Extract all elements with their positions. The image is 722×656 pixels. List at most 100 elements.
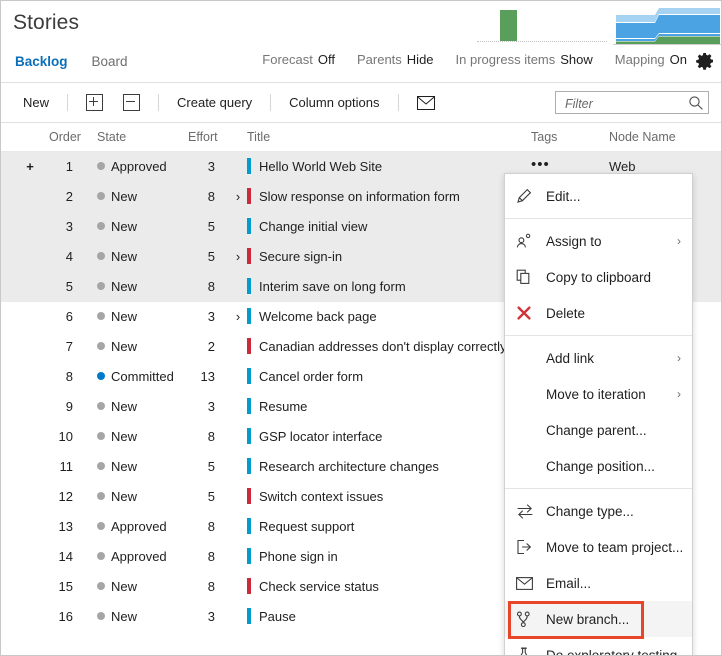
cell-title[interactable]: GSP locator interface: [247, 422, 382, 452]
toolbar-separator: [270, 94, 272, 111]
move-out-icon: [516, 539, 538, 555]
gear-icon[interactable]: [695, 51, 715, 71]
search-icon[interactable]: [688, 95, 704, 111]
email-icon: [416, 95, 435, 110]
cell-title[interactable]: Interim save on long form: [247, 272, 406, 302]
cell-state-label: New: [111, 429, 138, 444]
cell-title[interactable]: Check service status: [247, 572, 379, 602]
menu-item-edit[interactable]: Edit...: [505, 178, 692, 214]
collapse-all-button[interactable]: [113, 92, 150, 113]
menu-item-do-exploratory-testing[interactable]: Do exploratory testing: [505, 637, 692, 655]
tab-board[interactable]: Board: [90, 52, 130, 73]
row-expand-chevron-icon[interactable]: ›: [232, 302, 244, 332]
cell-title[interactable]: Cancel order form: [247, 362, 363, 392]
cell-title[interactable]: Change initial view: [247, 212, 367, 242]
column-header-state[interactable]: State: [97, 130, 126, 144]
row-expand-chevron-icon[interactable]: ›: [232, 182, 244, 212]
cell-title[interactable]: Switch context issues: [247, 482, 383, 512]
menu-item-move-to-iteration[interactable]: Move to iteration ›: [505, 376, 692, 412]
menu-item-delete[interactable]: Delete: [505, 295, 692, 331]
cell-order: 15: [58, 579, 73, 594]
none: [516, 386, 538, 402]
cell-order: 10: [58, 429, 73, 444]
pivot-bar: Backlog Board Forecast Off Parents Hide In…: [1, 48, 721, 83]
filter-box[interactable]: [555, 91, 709, 115]
none: [516, 350, 538, 366]
toolbar-separator: [67, 94, 69, 111]
filter-input[interactable]: [563, 92, 685, 115]
column-header-tags[interactable]: Tags: [531, 130, 557, 144]
toggle-forecast[interactable]: Forecast Off: [262, 52, 335, 67]
cell-title[interactable]: Research architecture changes: [247, 452, 439, 482]
delete-x-icon: [516, 305, 538, 321]
toggle-mapping-value: On: [669, 52, 687, 67]
cell-order: 11: [59, 459, 74, 474]
cell-title[interactable]: Hello World Web Site: [247, 152, 382, 182]
cell-title[interactable]: Slow response on information form: [247, 182, 460, 212]
cell-state-label: New: [111, 459, 138, 474]
cell-state: New: [97, 482, 137, 512]
menu-item-label: Move to team project...: [546, 539, 684, 555]
menu-item-change-parent[interactable]: Change parent...: [505, 412, 692, 448]
menu-item-move-to-team-project[interactable]: Move to team project...: [505, 529, 692, 565]
cell-title-label: GSP locator interface: [259, 429, 383, 444]
menu-item-change-position[interactable]: Change position...: [505, 448, 692, 484]
bug-type-bar-icon: [247, 248, 251, 264]
column-header-effort[interactable]: Effort: [188, 130, 218, 144]
cell-state: Committed: [97, 362, 174, 392]
context-menu[interactable]: Edit... Assign to › Copy to clipboard Delete…: [504, 173, 693, 655]
cell-title[interactable]: Resume: [247, 392, 307, 422]
menu-item-new-branch[interactable]: New branch...: [505, 601, 692, 637]
email-button[interactable]: [407, 94, 445, 112]
cell-state: New: [97, 242, 137, 272]
cell-title[interactable]: Secure sign-in: [247, 242, 342, 272]
create-query-button[interactable]: Create query: [167, 91, 262, 114]
cell-state: New: [97, 422, 137, 452]
tab-backlog[interactable]: Backlog: [13, 52, 70, 73]
toggle-parents[interactable]: Parents Hide: [357, 52, 434, 67]
cell-order: 9: [65, 399, 73, 414]
cell-title[interactable]: Canadian addresses don't display correct…: [247, 332, 506, 362]
state-dot-icon: [97, 252, 105, 260]
gear-icon-svg: [696, 53, 713, 70]
cell-title[interactable]: Pause: [247, 602, 296, 632]
cell-title-label: Change initial view: [259, 219, 368, 234]
toggle-in-progress-items-value: Show: [560, 52, 593, 67]
menu-item-add-link[interactable]: Add link ›: [505, 340, 692, 376]
menu-item-label: New branch...: [546, 611, 630, 627]
cell-state-label: New: [111, 339, 138, 354]
menu-item-change-type[interactable]: Change type...: [505, 493, 692, 529]
expand-all-button[interactable]: [76, 92, 113, 113]
state-dot-icon: [97, 342, 105, 350]
toggle-forecast-label: Forecast: [262, 52, 313, 67]
cell-state-label: Approved: [111, 159, 167, 174]
column-header-node-name[interactable]: Node Name: [609, 130, 676, 144]
cell-effort: 8: [207, 279, 215, 294]
cell-state: New: [97, 332, 137, 362]
state-dot-icon: [97, 492, 105, 500]
backlog-page: Stories Backlog Board Forecast Off Paren…: [0, 0, 722, 656]
cell-state-label: New: [111, 489, 138, 504]
menu-item-email[interactable]: Email...: [505, 565, 692, 601]
cell-state: Approved: [97, 152, 167, 182]
menu-item-copy-to-clipboard[interactable]: Copy to clipboard: [505, 259, 692, 295]
column-header-order[interactable]: Order: [49, 130, 81, 144]
cell-title[interactable]: Phone sign in: [247, 542, 338, 572]
toggle-mapping[interactable]: Mapping On: [615, 52, 687, 67]
column-options-button[interactable]: Column options: [279, 91, 389, 114]
cell-effort: 8: [207, 429, 215, 444]
new-button[interactable]: New: [13, 91, 59, 114]
cell-state-label: New: [111, 309, 138, 324]
branch-icon: [516, 611, 538, 627]
cell-title[interactable]: Welcome back page: [247, 302, 377, 332]
cell-title[interactable]: Request support: [247, 512, 354, 542]
menu-item-assign-to[interactable]: Assign to ›: [505, 223, 692, 259]
cell-state-label: Approved: [111, 549, 167, 564]
add-row-plus-icon[interactable]: +: [19, 152, 41, 182]
story-type-bar-icon: [247, 158, 251, 174]
column-header-title[interactable]: Title: [247, 130, 270, 144]
row-expand-chevron-icon[interactable]: ›: [232, 242, 244, 272]
pencil-icon: [516, 188, 538, 204]
toggle-in-progress-items[interactable]: In progress items Show: [456, 52, 593, 67]
cell-title-label: Request support: [259, 519, 355, 534]
